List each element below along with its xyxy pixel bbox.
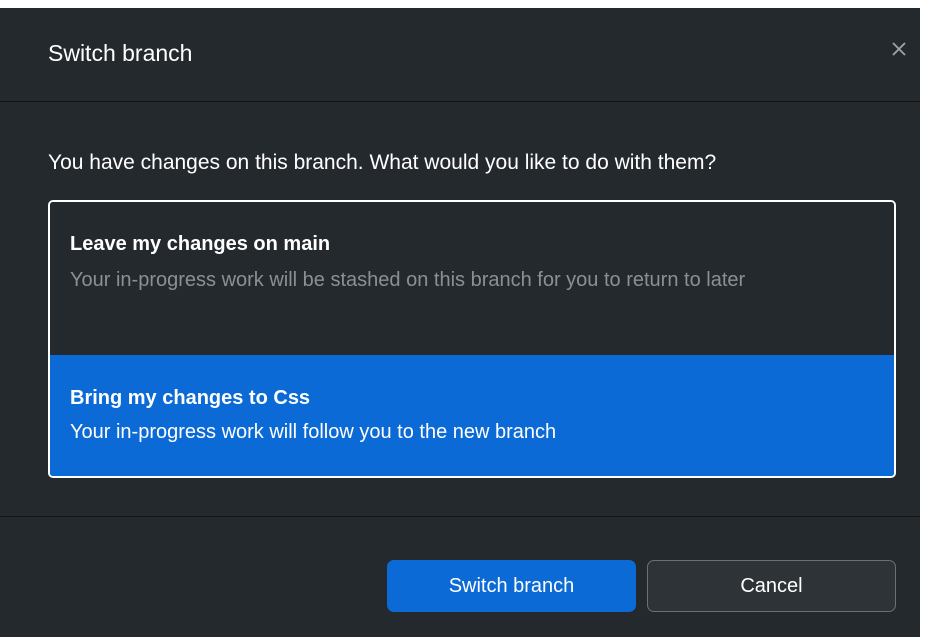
- close-button[interactable]: [886, 38, 912, 64]
- option-title: Leave my changes on main: [70, 233, 331, 255]
- cancel-button[interactable]: Cancel: [647, 560, 896, 612]
- prompt-text: You have changes on this branch. What wo…: [48, 151, 717, 174]
- close-icon: [891, 41, 907, 62]
- switch-branch-dialog: Switch branch You have changes on this b…: [0, 0, 920, 637]
- option-bring-changes[interactable]: Bring my changes to Css Your in-progress…: [50, 355, 894, 476]
- option-leave-changes[interactable]: Leave my changes on main Your in-progres…: [50, 202, 894, 355]
- dialog-title: Switch branch: [48, 40, 193, 66]
- switch-branch-button[interactable]: Switch branch: [387, 560, 636, 612]
- dialog-footer: Switch branch Cancel: [0, 517, 920, 637]
- option-title: Bring my changes to Css: [70, 387, 311, 409]
- dialog-header: Switch branch: [0, 8, 920, 102]
- option-description: Your in-progress work will be stashed on…: [70, 269, 746, 291]
- option-description: Your in-progress work will follow you to…: [70, 421, 557, 443]
- dialog-body: You have changes on this branch. What wo…: [0, 102, 920, 517]
- change-options-list: Leave my changes on main Your in-progres…: [48, 200, 896, 478]
